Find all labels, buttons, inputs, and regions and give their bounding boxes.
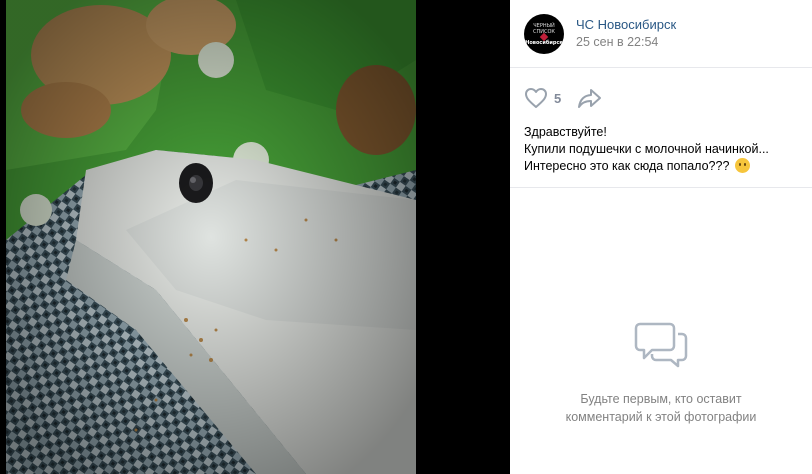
post-photo[interactable] bbox=[6, 0, 416, 474]
speech-bubbles-icon bbox=[634, 322, 688, 368]
caption-line: Купили подушечки с молочной начинкой... bbox=[524, 142, 769, 156]
smile-emoji-icon bbox=[734, 158, 750, 173]
heart-icon bbox=[525, 88, 547, 108]
empty-comments-line2: комментарий к этой фотографии bbox=[565, 410, 757, 424]
post-sidebar: ЧЕРНЫЙ СПИСОК Новосибирск ЧС Новосибирск… bbox=[510, 0, 812, 474]
author-avatar[interactable]: ЧЕРНЫЙ СПИСОК Новосибирск bbox=[524, 13, 564, 54]
post-actions: 5 bbox=[510, 78, 812, 118]
avatar-city: Новосибирск bbox=[525, 39, 563, 46]
caption-line-with-emoji: Интересно это как сюда попало??? bbox=[524, 158, 798, 175]
caption-line-text: Интересно это как сюда попало??? bbox=[524, 159, 730, 173]
post-date[interactable]: 25 сен в 22:54 bbox=[576, 34, 676, 51]
author-name[interactable]: ЧС Новосибирск bbox=[576, 16, 676, 33]
like-button[interactable]: 5 bbox=[524, 87, 561, 109]
post-header: ЧЕРНЫЙ СПИСОК Новосибирск ЧС Новосибирск… bbox=[510, 0, 812, 68]
like-count: 5 bbox=[554, 90, 562, 106]
author-block: ЧС Новосибирск 25 сен в 22:54 bbox=[576, 16, 676, 51]
share-arrow-icon bbox=[578, 89, 602, 108]
photo-pane bbox=[0, 0, 510, 474]
share-button[interactable] bbox=[577, 87, 603, 109]
caption-line: Здравствуйте! bbox=[524, 125, 607, 139]
photo-image bbox=[6, 0, 416, 474]
post-caption: Здравствуйте! Купили подушечки с молочно… bbox=[510, 118, 812, 188]
photo-viewer: ЧЕРНЫЙ СПИСОК Новосибирск ЧС Новосибирск… bbox=[0, 0, 812, 474]
empty-comments-line1: Будьте первым, кто оставит bbox=[580, 392, 742, 406]
empty-comments: Будьте первым, кто оставит комментарий к… bbox=[510, 320, 812, 426]
